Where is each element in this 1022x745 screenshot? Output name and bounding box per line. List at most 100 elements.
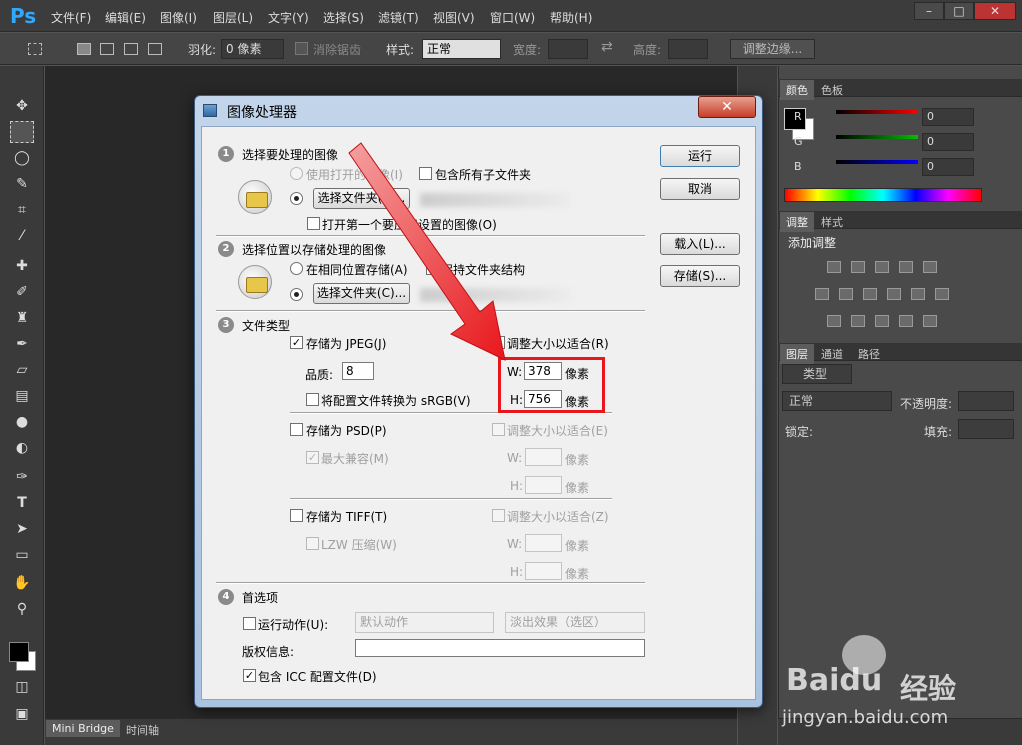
menu-edit[interactable]: 编辑(E) (105, 9, 146, 26)
type-tool-icon[interactable]: T (10, 492, 34, 514)
vibrance-icon[interactable] (923, 261, 937, 273)
history-brush-tool-icon[interactable]: ✒ (10, 333, 34, 355)
tab-styles[interactable]: 样式 (815, 212, 849, 232)
tab-channels[interactable]: 通道 (815, 344, 849, 364)
channel-mixer-icon[interactable] (911, 288, 925, 300)
save-jpeg-checkbox[interactable]: ✓ (290, 336, 303, 349)
lasso-tool-icon[interactable]: ◯ (10, 147, 34, 169)
select-dest-folder-button[interactable]: 选择文件夹(C)... (313, 283, 410, 304)
menu-type[interactable]: 文字(Y) (268, 9, 309, 26)
path-select-tool-icon[interactable]: ➤ (10, 518, 34, 540)
run-action-checkbox[interactable] (243, 617, 256, 630)
invert-icon[interactable] (827, 315, 841, 327)
load-button[interactable]: 载入(L)... (660, 233, 740, 255)
crop-tool-icon[interactable]: ⌗ (10, 199, 34, 221)
healing-tool-icon[interactable]: ✚ (10, 255, 34, 277)
menu-select[interactable]: 选择(S) (323, 9, 364, 26)
tab-paths[interactable]: 路径 (852, 344, 886, 364)
save-button[interactable]: 存储(S)... (660, 265, 740, 287)
r-value[interactable]: 0 (922, 108, 974, 126)
zoom-tool-icon[interactable]: ⚲ (10, 598, 34, 620)
g-slider[interactable] (836, 135, 918, 139)
tab-swatches[interactable]: 色板 (815, 80, 849, 100)
tiff-resize-checkbox[interactable] (492, 509, 505, 522)
hue-sat-icon[interactable] (815, 288, 829, 300)
tab-mini-bridge[interactable]: Mini Bridge (46, 720, 120, 737)
gradient-map-icon[interactable] (899, 315, 913, 327)
run-button[interactable]: 运行 (660, 145, 740, 167)
menu-view[interactable]: 视图(V) (433, 9, 475, 26)
color-spectrum[interactable] (784, 188, 982, 202)
action-select[interactable]: 淡出效果（选区） (505, 612, 645, 633)
blend-mode-select[interactable]: 正常 (782, 391, 892, 411)
add-selection-icon[interactable] (100, 43, 114, 55)
r-slider[interactable] (836, 110, 918, 114)
close-window-button[interactable]: ✕ (974, 2, 1016, 20)
menu-layer[interactable]: 图层(L) (213, 9, 253, 26)
blur-tool-icon[interactable]: ● (10, 411, 34, 433)
style-select[interactable]: 正常 (422, 39, 501, 59)
brush-tool-icon[interactable]: ✐ (10, 281, 34, 303)
use-open-images-radio[interactable] (290, 167, 303, 180)
foreground-color-swatch[interactable] (9, 642, 29, 662)
srgb-checkbox[interactable] (306, 393, 319, 406)
include-subfolders-checkbox[interactable] (419, 167, 432, 180)
source-folder-radio[interactable] (290, 192, 303, 205)
tab-adjustments[interactable]: 调整 (780, 212, 814, 232)
eraser-tool-icon[interactable]: ▱ (10, 359, 34, 381)
tab-layers[interactable]: 图层 (780, 344, 814, 364)
minimize-button[interactable]: – (914, 2, 944, 20)
marquee-tool-icon[interactable] (28, 43, 42, 55)
levels-icon[interactable] (851, 261, 865, 273)
dest-folder-radio[interactable] (290, 288, 303, 301)
dialog-close-button[interactable]: ✕ (698, 96, 756, 118)
intersect-selection-icon[interactable] (148, 43, 162, 55)
pen-tool-icon[interactable]: ✑ (10, 466, 34, 488)
bw-icon[interactable] (863, 288, 877, 300)
action-set-select[interactable]: 默认动作 (355, 612, 494, 633)
move-tool-icon[interactable]: ✥ (10, 95, 34, 117)
tab-timeline[interactable]: 时间轴 (120, 720, 165, 740)
quick-mask-icon[interactable]: ◫ (10, 676, 34, 698)
save-tiff-checkbox[interactable] (290, 509, 303, 522)
save-psd-checkbox[interactable] (290, 423, 303, 436)
open-first-image-checkbox[interactable] (307, 217, 320, 230)
color-lookup-icon[interactable] (935, 288, 949, 300)
antialias-checkbox[interactable] (295, 42, 308, 55)
max-compat-checkbox[interactable]: ✓ (306, 451, 319, 464)
posterize-icon[interactable] (851, 315, 865, 327)
quick-select-tool-icon[interactable]: ✎ (10, 173, 34, 195)
b-value[interactable]: 0 (922, 158, 974, 176)
jpeg-resize-checkbox[interactable]: ✓ (492, 336, 505, 349)
swap-icon[interactable]: ⇄ (601, 39, 613, 55)
rect-marquee-tool-icon[interactable] (10, 121, 34, 143)
psd-height-input[interactable] (525, 476, 562, 494)
hand-tool-icon[interactable]: ✋ (10, 572, 34, 594)
tiff-width-input[interactable] (525, 534, 562, 552)
stamp-tool-icon[interactable]: ♜ (10, 307, 34, 329)
photo-filter-icon[interactable] (887, 288, 901, 300)
fill-input[interactable] (958, 419, 1014, 439)
new-selection-icon[interactable] (77, 43, 91, 55)
feather-input[interactable]: 0 像素 (221, 39, 284, 59)
quality-input[interactable]: 8 (342, 362, 374, 380)
menu-window[interactable]: 窗口(W) (490, 9, 535, 26)
screen-mode-icon[interactable]: ▣ (10, 703, 34, 725)
same-location-radio[interactable] (290, 262, 303, 275)
copyright-input[interactable] (355, 639, 645, 657)
psd-resize-checkbox[interactable] (492, 423, 505, 436)
tab-color[interactable]: 颜色 (780, 80, 814, 100)
menu-file[interactable]: 文件(F) (51, 9, 91, 26)
eyedropper-tool-icon[interactable]: ⁄ (10, 225, 34, 247)
icc-checkbox[interactable]: ✓ (243, 669, 256, 682)
tiff-height-input[interactable] (525, 562, 562, 580)
width-input[interactable] (548, 39, 588, 59)
cancel-button[interactable]: 取消 (660, 178, 740, 200)
select-source-folder-button[interactable]: 选择文件夹(F)... (313, 188, 410, 209)
dodge-tool-icon[interactable]: ◐ (10, 437, 34, 459)
curves-icon[interactable] (875, 261, 889, 273)
exposure-icon[interactable] (899, 261, 913, 273)
g-value[interactable]: 0 (922, 133, 974, 151)
maximize-button[interactable]: □ (944, 2, 974, 20)
b-slider[interactable] (836, 160, 918, 164)
